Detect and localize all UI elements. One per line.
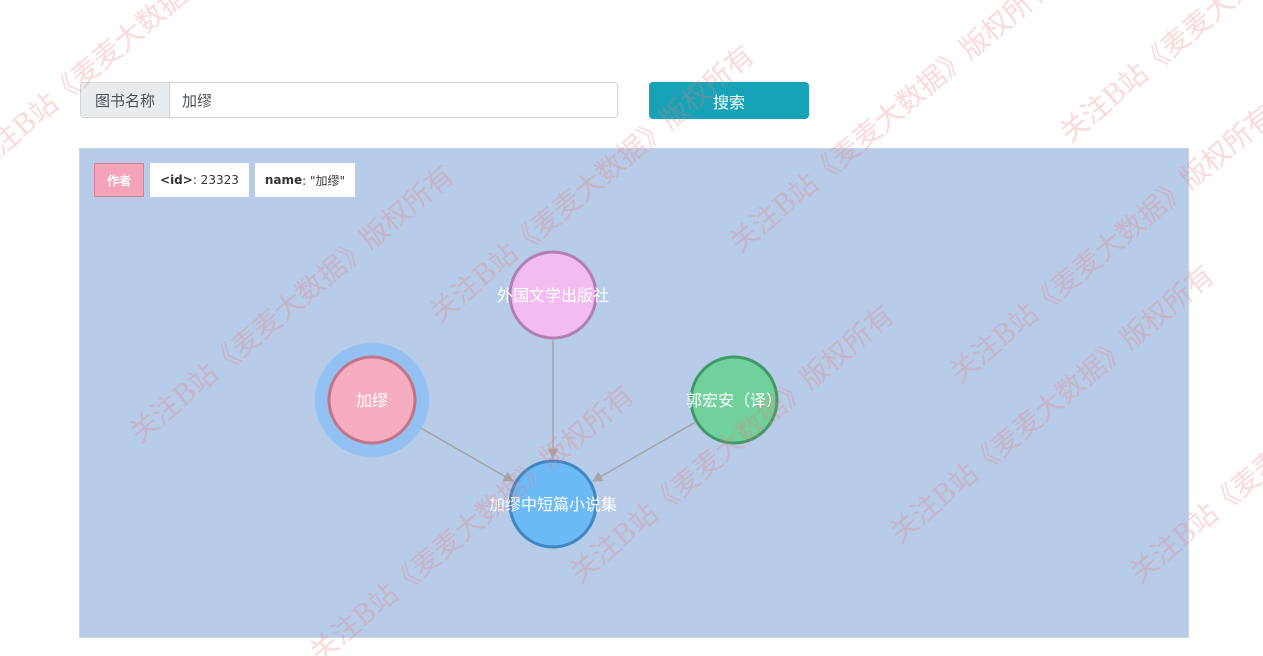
node-info-bar: 作者 <id> : 23323 name : "加缪" — [94, 163, 356, 197]
search-button[interactable]: 搜索 — [649, 82, 809, 119]
node-id-value: : 23323 — [192, 173, 239, 187]
search-group: 图书名称 — [80, 82, 618, 118]
graph-node-label: 加缪 — [356, 391, 388, 410]
search-input[interactable] — [170, 83, 617, 117]
node-name-value: : "加缪" — [302, 173, 346, 188]
graph-edge-translator-to-book[interactable] — [591, 421, 696, 482]
node-id-property: <id> : 23323 — [150, 163, 249, 197]
node-name-key: name — [264, 173, 303, 187]
graph-node-publisher[interactable]: 外国文学出版社 — [497, 250, 609, 340]
graph-edge-author-to-book[interactable] — [410, 421, 515, 482]
graph-node-label: 外国文学出版社 — [497, 286, 609, 305]
node-id-key: <id> — [160, 173, 193, 187]
watermark-text: 关注B站《麦麦大数据》版权所有 — [1053, 0, 1263, 150]
search-label: 图书名称 — [81, 83, 170, 117]
node-name-property: name : "加缪" — [254, 163, 356, 197]
graph-node-author[interactable]: 加缪 — [315, 343, 429, 457]
graph-node-translator[interactable]: 郭宏安（译） — [686, 355, 782, 445]
graph-canvas[interactable]: 外国文学出版社加缪 郭宏安（译） 加缪中短篇小说集 — [80, 149, 1188, 637]
graph-node-label: 郭宏安（译） — [686, 391, 782, 410]
node-type-tag[interactable]: 作者 — [94, 163, 145, 197]
graph-node-label: 加缪中短篇小说集 — [489, 495, 617, 514]
graph-panel[interactable]: 外国文学出版社加缪 郭宏安（译） 加缪中短篇小说集 作者 <id> : 23323 … — [79, 148, 1189, 638]
graph-node-book[interactable]: 加缪中短篇小说集 — [489, 459, 617, 549]
